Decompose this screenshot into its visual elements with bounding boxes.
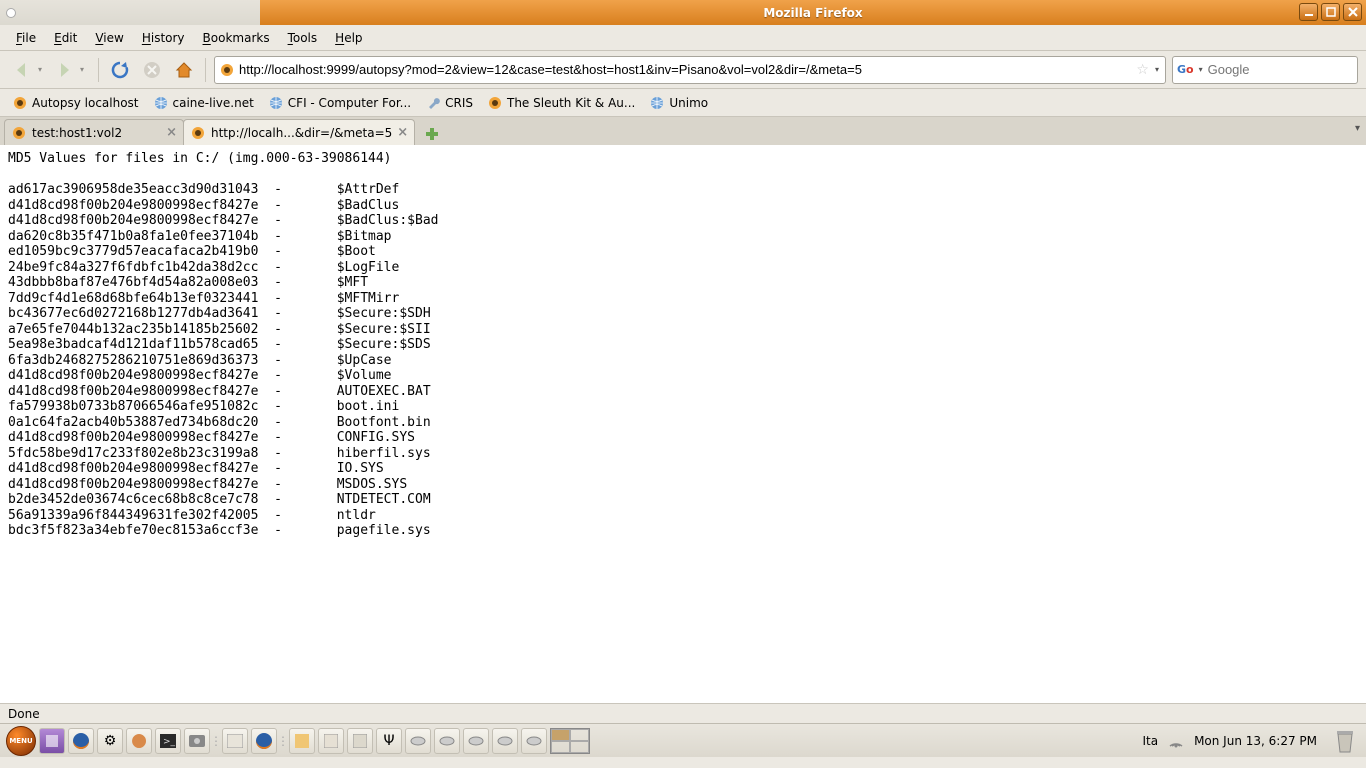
bookmark-label: Unimo — [669, 96, 708, 110]
reload-button[interactable] — [107, 57, 133, 83]
menu-file[interactable]: File — [8, 28, 44, 48]
taskbar-disk-4[interactable] — [492, 728, 518, 754]
menu-history[interactable]: History — [134, 28, 193, 48]
globe-icon — [153, 95, 169, 111]
stop-button[interactable] — [139, 57, 165, 83]
menu-bookmarks[interactable]: Bookmarks — [195, 28, 278, 48]
bookmark-2[interactable]: CFI - Computer For... — [262, 92, 417, 114]
toolbar-separator — [205, 58, 206, 82]
settings-launcher-icon[interactable]: ⚙ — [97, 728, 123, 754]
menu-edit[interactable]: Edit — [46, 28, 85, 48]
trash-icon[interactable] — [1334, 728, 1360, 754]
bookmark-label: CFI - Computer For... — [288, 96, 411, 110]
nautilus-launcher-icon[interactable] — [126, 728, 152, 754]
tab-1[interactable]: http://localh...&dir=/&meta=5 × — [183, 119, 415, 145]
url-input[interactable] — [239, 62, 1132, 77]
taskbar-app-b[interactable] — [318, 728, 344, 754]
menu-view[interactable]: View — [87, 28, 131, 48]
back-button[interactable] — [8, 56, 36, 84]
autopsy-icon — [12, 95, 28, 111]
bookmarks-toolbar: Autopsy localhost caine-live.net CFI - Com… — [0, 89, 1366, 117]
os-taskbar: MENU ⚙ >_ ⋮ ⋮ Ψ Ita Mon Jun 13, 6:27 PM — [0, 723, 1366, 757]
forward-button[interactable] — [50, 56, 78, 84]
toolbar-separator — [98, 58, 99, 82]
minimize-button[interactable] — [1299, 3, 1318, 21]
status-text: Done — [8, 707, 40, 721]
svg-text:>_: >_ — [163, 737, 176, 747]
search-input[interactable] — [1208, 62, 1366, 77]
taskbar-separator: ⋮ — [280, 728, 286, 754]
menu-bar: File Edit View History Bookmarks Tools H… — [0, 25, 1366, 51]
taskbar-window-2[interactable] — [251, 728, 277, 754]
taskbar-app-a[interactable] — [289, 728, 315, 754]
url-bar[interactable]: ☆ ▾ — [214, 56, 1166, 84]
tab-close-icon[interactable]: × — [166, 125, 177, 140]
titlebar-active-region[interactable]: Mozilla Firefox — [260, 0, 1366, 25]
clock[interactable]: Mon Jun 13, 6:27 PM — [1194, 734, 1317, 748]
taskbar-app-c[interactable] — [347, 728, 373, 754]
search-engine-icon[interactable]: Go — [1177, 63, 1194, 76]
search-engine-dropdown[interactable]: ▾ — [1197, 65, 1205, 74]
taskbar-disk-1[interactable] — [405, 728, 431, 754]
applications-menu-button[interactable]: MENU — [6, 726, 36, 756]
taskbar-disk-5[interactable] — [521, 728, 547, 754]
navigation-toolbar: ▾ ▾ ☆ ▾ Go ▾ — [0, 51, 1366, 89]
autopsy-icon — [11, 125, 27, 141]
page-content[interactable]: MD5 Values for files in C:/ (img.000-63-… — [0, 145, 1366, 703]
taskbar-separator: ⋮ — [213, 728, 219, 754]
taskbar-disk-2[interactable] — [434, 728, 460, 754]
autopsy-icon — [487, 95, 503, 111]
bookmark-0[interactable]: Autopsy localhost — [6, 92, 145, 114]
autopsy-icon — [190, 125, 206, 141]
home-button[interactable] — [171, 57, 197, 83]
globe-icon — [268, 95, 284, 111]
bookmark-label: Autopsy localhost — [32, 96, 139, 110]
url-dropdown[interactable]: ▾ — [1153, 65, 1161, 74]
window-titlebar: Mozilla Firefox — [0, 0, 1366, 25]
terminal-launcher-icon[interactable]: >_ — [155, 728, 181, 754]
tab-label: test:host1:vol2 — [32, 126, 161, 140]
titlebar-inactive-region — [0, 0, 260, 25]
bookmark-1[interactable]: caine-live.net — [147, 92, 260, 114]
wrench-icon — [425, 95, 441, 111]
window-menu-icon[interactable] — [6, 8, 16, 18]
screenshot-launcher-icon[interactable] — [184, 728, 210, 754]
keyboard-layout-indicator[interactable]: Ita — [1142, 734, 1158, 748]
menu-help[interactable]: Help — [327, 28, 370, 48]
tab-label: http://localh...&dir=/&meta=5 — [211, 126, 392, 140]
taskbar-app-d[interactable]: Ψ — [376, 728, 402, 754]
globe-icon — [649, 95, 665, 111]
forward-history-dropdown[interactable]: ▾ — [80, 65, 90, 74]
back-history-dropdown[interactable]: ▾ — [38, 65, 48, 74]
search-box[interactable]: Go ▾ — [1172, 56, 1358, 84]
bookmark-label: caine-live.net — [173, 96, 254, 110]
status-bar: Done — [0, 703, 1366, 723]
taskbar-window-1[interactable] — [222, 728, 248, 754]
tab-0[interactable]: test:host1:vol2 × — [4, 119, 184, 145]
new-tab-button[interactable] — [420, 123, 444, 145]
tab-bar: test:host1:vol2×http://localh...&dir=/&m… — [0, 117, 1366, 145]
window-title: Mozilla Firefox — [763, 6, 862, 20]
workspace-switcher[interactable] — [550, 728, 590, 754]
menu-tools[interactable]: Tools — [280, 28, 326, 48]
taskbar-disk-3[interactable] — [463, 728, 489, 754]
bookmark-label: CRIS — [445, 96, 473, 110]
bookmark-star-icon[interactable]: ☆ — [1136, 62, 1149, 78]
firefox-launcher-icon[interactable] — [68, 728, 94, 754]
close-button[interactable] — [1343, 3, 1362, 21]
tab-close-icon[interactable]: × — [397, 125, 408, 140]
network-icon[interactable] — [1168, 734, 1184, 748]
tab-list-dropdown[interactable]: ▾ — [1355, 123, 1360, 134]
site-identity-icon[interactable] — [219, 62, 235, 78]
maximize-button[interactable] — [1321, 3, 1340, 21]
bookmark-3[interactable]: CRIS — [419, 92, 479, 114]
show-desktop-icon[interactable] — [39, 728, 65, 754]
bookmark-4[interactable]: The Sleuth Kit & Au... — [481, 92, 641, 114]
bookmark-label: The Sleuth Kit & Au... — [507, 96, 635, 110]
bookmark-5[interactable]: Unimo — [643, 92, 714, 114]
